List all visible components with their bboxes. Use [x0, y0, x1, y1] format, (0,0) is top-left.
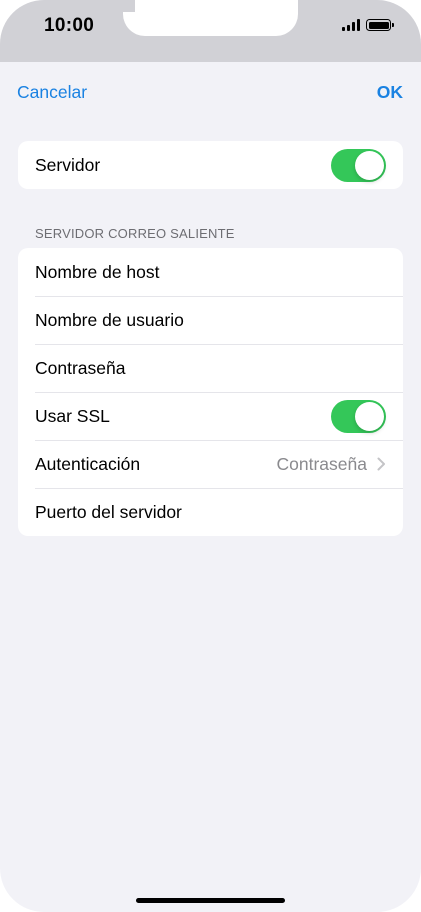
server-label: Servidor — [35, 154, 101, 175]
status-icons — [342, 19, 394, 31]
authentication-label: Autenticación — [35, 453, 141, 474]
password-row[interactable]: Contraseña — [18, 344, 403, 392]
ok-button[interactable]: OK — [377, 82, 403, 103]
server-port-row[interactable]: Puerto del servidor — [18, 488, 403, 536]
authentication-value: Contraseña — [276, 453, 367, 474]
server-port-label: Puerto del servidor — [35, 501, 182, 522]
use-ssl-row: Usar SSL — [18, 392, 403, 440]
section-header-outgoing: SERVIDOR CORREO SALIENTE — [35, 226, 235, 241]
signal-icon — [342, 19, 360, 31]
notch — [123, 0, 298, 36]
status-bar: 10:00 — [0, 0, 421, 62]
username-row[interactable]: Nombre de usuario — [18, 296, 403, 344]
server-row: Servidor — [18, 141, 403, 189]
battery-icon — [366, 19, 394, 31]
outgoing-server-group: Nombre de host Nombre de usuario Contras… — [18, 248, 403, 536]
chevron-right-icon — [377, 457, 385, 471]
password-label: Contraseña — [35, 357, 126, 378]
toggle-knob — [355, 401, 384, 431]
username-label: Nombre de usuario — [35, 309, 184, 330]
status-time: 10:00 — [44, 15, 95, 36]
server-toggle[interactable] — [331, 148, 386, 182]
phone-screen: 10:00 Cancelar OK Servidor SERVIDOR CORR… — [0, 0, 421, 912]
cancel-button[interactable]: Cancelar — [17, 82, 87, 103]
nav-bar: Cancelar OK — [0, 62, 421, 122]
use-ssl-label: Usar SSL — [35, 405, 110, 426]
server-group: Servidor — [18, 141, 403, 189]
host-name-label: Nombre de host — [35, 261, 160, 282]
host-name-row[interactable]: Nombre de host — [18, 248, 403, 296]
toggle-knob — [355, 150, 384, 180]
use-ssl-toggle[interactable] — [331, 399, 386, 433]
authentication-row[interactable]: Autenticación Contraseña — [18, 440, 403, 488]
home-indicator — [136, 898, 285, 903]
